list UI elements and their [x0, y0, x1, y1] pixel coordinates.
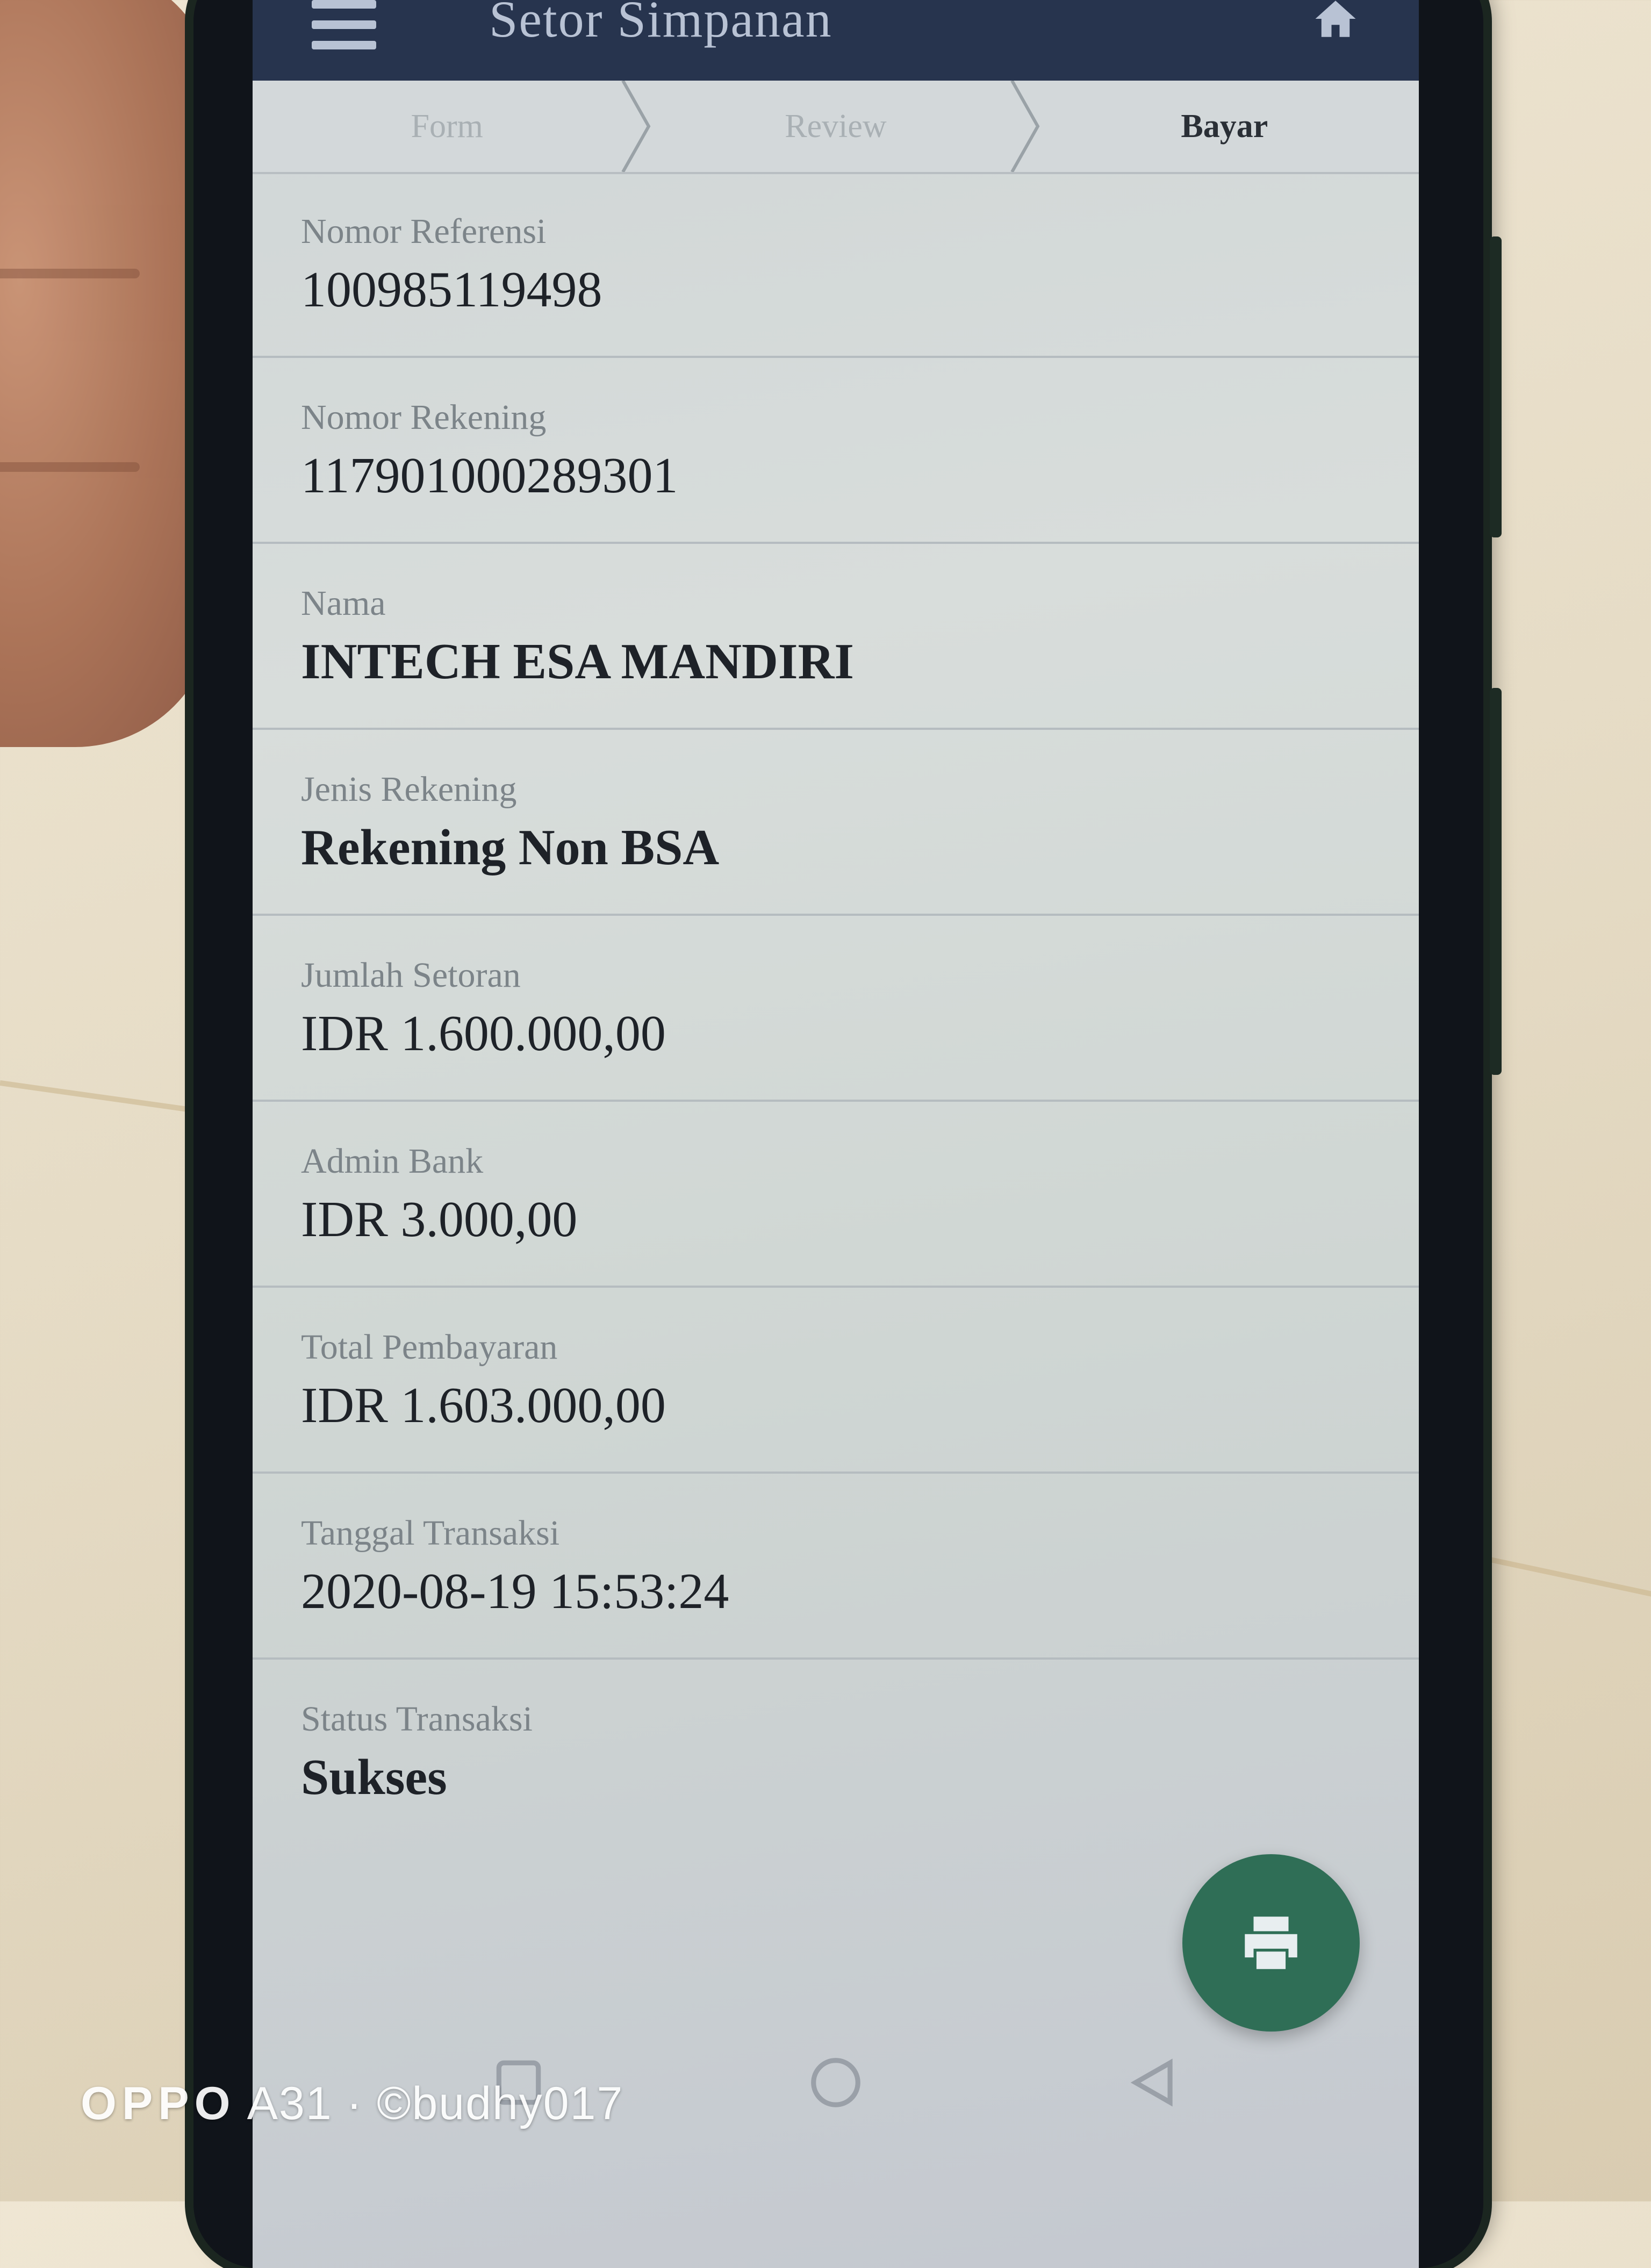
step-label: Form — [411, 107, 483, 145]
detail-label: Jumlah Setoran — [301, 956, 521, 995]
print-button[interactable] — [1182, 1854, 1360, 2032]
detail-row-account-number: Nomor Rekening 117901000289301 — [253, 358, 1419, 544]
side-button — [1490, 236, 1502, 537]
detail-row-reference: Nomor Referensi 100985119498 — [253, 172, 1419, 358]
detail-label: Total Pembayaran — [301, 1327, 558, 1367]
detail-row-name: Nama INTECH ESA MANDIRI — [253, 544, 1419, 730]
transaction-details: Nomor Referensi 100985119498 Nomor Reken… — [253, 172, 1419, 1846]
step-form[interactable]: Form — [253, 81, 651, 172]
step-bayar[interactable]: Bayar — [1030, 81, 1419, 172]
detail-row-total-payment: Total Pembayaran IDR 1.603.000,00 — [253, 1288, 1419, 1474]
triangle-back-icon[interactable] — [1123, 2053, 1182, 2112]
detail-value: 100985119498 — [301, 262, 602, 318]
detail-label: Nomor Referensi — [301, 212, 547, 251]
detail-row-admin-fee: Admin Bank IDR 3.000,00 — [253, 1102, 1419, 1288]
detail-value: IDR 1.600.000,00 — [301, 1006, 666, 1061]
detail-value: 117901000289301 — [301, 448, 678, 504]
circle-icon[interactable] — [806, 2053, 865, 2112]
detail-row-deposit-amount: Jumlah Setoran IDR 1.600.000,00 — [253, 916, 1419, 1102]
detail-row-transaction-date: Tanggal Transaksi 2020-08-19 15:53:24 — [253, 1474, 1419, 1660]
detail-value: INTECH ESA MANDIRI — [301, 634, 854, 690]
stepper: Form Review Bayar — [253, 81, 1419, 174]
table-plank-line — [1471, 1553, 1651, 1604]
detail-value: IDR 1.603.000,00 — [301, 1377, 666, 1433]
detail-label: Status Transaksi — [301, 1699, 533, 1739]
step-review[interactable]: Review — [641, 81, 1040, 172]
home-icon[interactable] — [1311, 0, 1360, 43]
step-label: Bayar — [1181, 107, 1268, 145]
print-icon — [1245, 1917, 1297, 1969]
side-button — [1490, 688, 1502, 1075]
finger — [0, 0, 215, 747]
detail-label: Nomor Rekening — [301, 398, 547, 437]
detail-value: Sukses — [301, 1749, 447, 1805]
menu-icon[interactable] — [312, 0, 376, 61]
detail-value: IDR 3.000,00 — [301, 1192, 578, 1247]
detail-label: Tanggal Transaksi — [301, 1513, 560, 1553]
step-label: Review — [785, 107, 887, 145]
detail-value: 2020-08-19 15:53:24 — [301, 1563, 729, 1619]
watermark-text: A31 · ©budhy017 — [235, 2078, 624, 2129]
detail-label: Nama — [301, 584, 386, 623]
page-title: Setor Simpanan — [489, 0, 832, 48]
watermark-brand: OPPO — [81, 2078, 236, 2129]
app-bar: Setor Simpanan — [253, 0, 1419, 81]
detail-row-transaction-status: Status Transaksi Sukses — [253, 1660, 1419, 1846]
screen: Setor Simpanan Form Review Bayar Nomor R… — [253, 0, 1419, 2268]
detail-value: Rekening Non BSA — [301, 820, 720, 875]
detail-row-account-type: Jenis Rekening Rekening Non BSA — [253, 730, 1419, 916]
camera-watermark: OPPO A31 · ©budhy017 — [81, 2077, 623, 2130]
detail-label: Jenis Rekening — [301, 770, 517, 809]
phone-device: Setor Simpanan Form Review Bayar Nomor R… — [193, 0, 1502, 2268]
table-plank-line — [0, 1080, 224, 1117]
detail-label: Admin Bank — [301, 1142, 484, 1181]
